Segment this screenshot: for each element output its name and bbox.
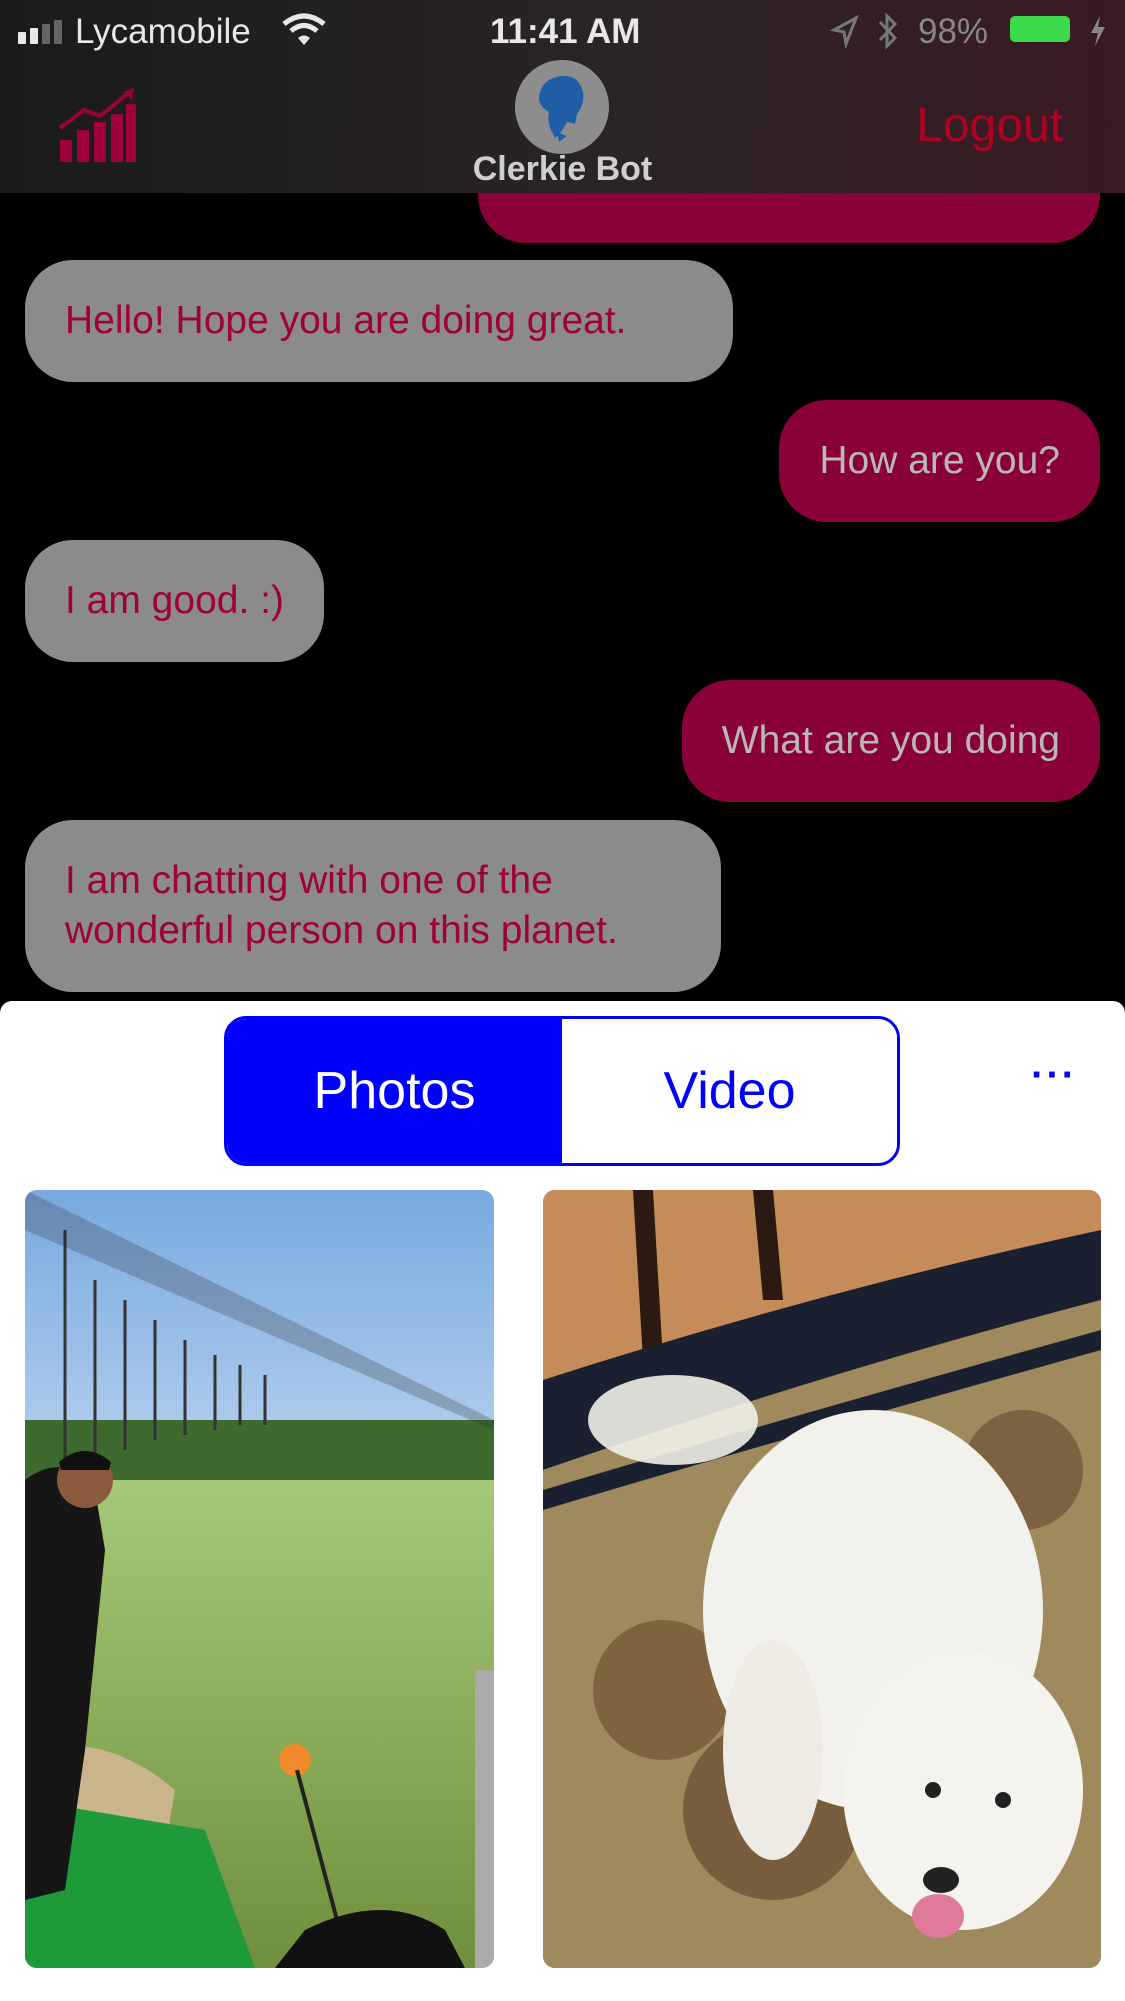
bot-name: Clerkie Bot [472, 150, 653, 188]
battery-percent: 98% [918, 12, 989, 51]
location-arrow-icon [830, 14, 859, 48]
charging-bolt-icon [1091, 16, 1105, 46]
app-header: Lycamobile 11:41 AM 98% Clerkie Bot Logo… [0, 0, 1125, 193]
user-message-bubble: How are you? [779, 400, 1100, 522]
chat-transcript[interactable]: Hello! Hope you are doing great. How are… [0, 143, 1125, 1001]
bot-avatar [515, 60, 609, 154]
media-picker-panel: Photos Video ··· [0, 1001, 1125, 2001]
media-type-segmented-control: Photos Video [224, 1016, 900, 1166]
status-bar: Lycamobile 11:41 AM 98% [0, 0, 1125, 62]
photo-thumbnail[interactable] [543, 1190, 1101, 1968]
battery-icon [1010, 16, 1070, 42]
photo-thumbnail[interactable] [25, 1190, 494, 1968]
status-time: 11:41 AM [490, 12, 641, 51]
bot-profile-icon [515, 60, 609, 154]
user-message-bubble: What are you doing [681, 680, 1100, 802]
more-options-button[interactable]: ··· [1031, 1053, 1077, 1098]
white-dog-photo-icon [543, 1190, 1101, 1968]
bluetooth-icon [878, 12, 898, 50]
carrier-name: Lycamobile [75, 12, 251, 51]
cellular-signal-icon [18, 20, 62, 44]
wifi-icon [282, 13, 326, 45]
chat-screen: Lycamobile 11:41 AM 98% Clerkie Bot Logo… [0, 0, 1125, 2001]
photos-tab[interactable]: Photos [227, 1019, 562, 1163]
bot-message-bubble: Hello! Hope you are doing great. [25, 260, 733, 382]
bot-message-bubble: I am good. :) [25, 540, 324, 662]
logout-button[interactable]: Logout [916, 98, 1063, 153]
bot-message-bubble: I am chatting with one of the wonderful … [25, 820, 721, 992]
video-tab[interactable]: Video [562, 1019, 897, 1163]
golf-range-photo-icon [25, 1190, 494, 1968]
